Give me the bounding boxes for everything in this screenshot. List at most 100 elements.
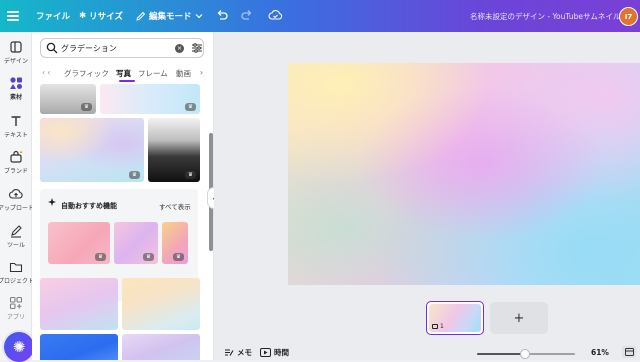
upload-icon [9, 189, 23, 199]
search-icon [46, 42, 58, 54]
suggestion-thumbnail[interactable]: ♛ [48, 222, 110, 264]
pencil-icon [136, 11, 146, 21]
crown-icon: ♛ [143, 253, 154, 261]
page-thumbnail[interactable]: 1 [426, 301, 484, 335]
draw-icon [11, 225, 22, 238]
undo-icon [217, 10, 228, 20]
category-tabs: ‹ ‹ グラフィック 写真 フレーム 動画 › [40, 66, 210, 82]
page-number: 1 [432, 323, 444, 330]
rail-label: ツール [6, 242, 25, 249]
rail-label: ブランド [3, 168, 28, 175]
page-preview: 1 [429, 304, 481, 332]
text-icon [11, 116, 21, 126]
crown-icon: ♛ [185, 171, 196, 179]
menu-icon[interactable] [6, 9, 20, 23]
rail-label: アプリ [6, 314, 25, 321]
search-value: グラデーション [61, 44, 117, 53]
undo-button[interactable] [216, 9, 228, 21]
photo-thumbnail[interactable] [122, 334, 200, 360]
add-page-button[interactable]: + [490, 302, 548, 334]
clear-icon[interactable]: × [175, 44, 184, 53]
redo-icon [241, 10, 252, 20]
brand-icon [10, 150, 23, 163]
elements-icon [10, 77, 22, 89]
sparkle-icon: ✺ [12, 338, 26, 356]
top-bar: ファイル ✱ リサイズ 編集モード 名称未設定のデザイン - YouTubeサム… [0, 0, 640, 32]
rail-item-text[interactable]: テキスト [0, 114, 32, 139]
bottom-bar: メモ 時間 61% [214, 344, 640, 360]
apps-icon [9, 296, 23, 310]
timer-label: 時間 [274, 348, 289, 357]
tab-videos[interactable]: 動画 [176, 68, 191, 79]
photo-thumbnail[interactable] [122, 278, 200, 330]
notes-icon [225, 349, 234, 356]
rail-item-upload[interactable]: アップロード [0, 187, 35, 212]
rail-item-brand[interactable]: ブランド [0, 150, 32, 175]
rail-label: アップロード [0, 205, 35, 212]
grid-icon [624, 348, 634, 356]
rail-label: 素材 [9, 94, 22, 101]
timer-icon [260, 348, 271, 357]
left-rail: デザイン 素材 テキスト ブランド アップロード ツール プロジェクト アプリ [0, 32, 35, 360]
file-menu-label: ファイル [36, 12, 71, 22]
rail-label: テキスト [4, 132, 28, 139]
active-tab-indicator [119, 80, 135, 82]
elements-panel: グラデーション × ‹ ‹ グラフィック 写真 フレーム 動画 › ♛ ♛ ♛ … [32, 32, 214, 360]
folder-icon [9, 262, 23, 273]
tab-frames[interactable]: フレーム [138, 68, 168, 79]
redo-button[interactable] [241, 9, 253, 21]
photo-thumbnail[interactable] [40, 278, 118, 330]
filter-icon[interactable] [191, 42, 203, 54]
rail-label: デザイン [3, 58, 28, 65]
search-input[interactable]: グラデーション × [40, 38, 204, 58]
design-canvas[interactable] [288, 63, 640, 285]
file-menu-button[interactable]: ファイル [36, 10, 70, 22]
rail-item-elements[interactable]: 素材 [0, 76, 32, 101]
tab-photos[interactable]: 写真 [116, 68, 131, 79]
plus-icon: + [513, 310, 525, 326]
chevron-down-icon [195, 14, 202, 19]
notes-label: メモ [237, 348, 252, 357]
suggestion-thumbnail[interactable]: ♛ [114, 222, 158, 264]
photo-thumbnail[interactable] [40, 334, 118, 360]
crown-icon: ♛ [173, 253, 184, 261]
see-all-link[interactable]: すべて表示 [159, 201, 191, 211]
crown-icon: ♛ [81, 103, 92, 111]
cloud-check-icon [268, 10, 283, 20]
rail-item-projects[interactable]: プロジェクト [0, 260, 35, 285]
layout-icon [10, 41, 22, 53]
page-icon [432, 324, 438, 329]
crown-icon: ♛ [95, 253, 106, 261]
tab-graphics[interactable]: グラフィック [64, 68, 109, 79]
resize-label: リサイズ [89, 12, 123, 22]
photo-thumbnail[interactable]: ♛ [148, 118, 200, 182]
crown-icon: ♛ [185, 103, 196, 111]
chevron-left-icon[interactable]: ‹ ‹ [42, 68, 50, 77]
rail-label: プロジェクト [0, 278, 35, 285]
suggestion-thumbnail[interactable]: ♛ [162, 222, 188, 264]
rail-item-apps[interactable]: アプリ [0, 296, 32, 321]
save-status-button[interactable] [268, 8, 283, 22]
document-title[interactable]: 名称未設定のデザイン - YouTubeサムネイル [470, 11, 620, 22]
magic-assistant-button[interactable]: ✺ [4, 332, 34, 362]
zoom-slider-fill [477, 353, 522, 355]
resize-button[interactable]: ✱ リサイズ [79, 10, 123, 22]
notes-button[interactable]: メモ [224, 347, 252, 358]
magic-sparkle-icon [48, 198, 56, 206]
photo-thumbnail[interactable]: ♛ [40, 84, 96, 114]
photo-thumbnail[interactable]: ♛ [100, 84, 200, 114]
crown-icon: ♛ [129, 171, 140, 179]
page-view-button[interactable] [622, 346, 636, 358]
rail-item-draw[interactable]: ツール [0, 224, 32, 249]
rail-item-design[interactable]: デザイン [0, 40, 32, 65]
edit-mode-button[interactable]: 編集モード [136, 10, 203, 22]
zoom-slider-handle[interactable] [520, 349, 530, 359]
photo-thumbnail[interactable]: ♛ [40, 118, 144, 182]
zoom-level[interactable]: 61% [591, 348, 609, 357]
timer-button[interactable]: 時間 [260, 347, 289, 358]
avatar[interactable]: I7 [619, 7, 638, 26]
auto-suggestions-title: 自動おすすめ機能 [61, 202, 117, 210]
chevron-right-icon[interactable]: › [200, 68, 203, 77]
page-number-label: 1 [440, 323, 444, 330]
edit-mode-label: 編集モード [149, 12, 192, 22]
